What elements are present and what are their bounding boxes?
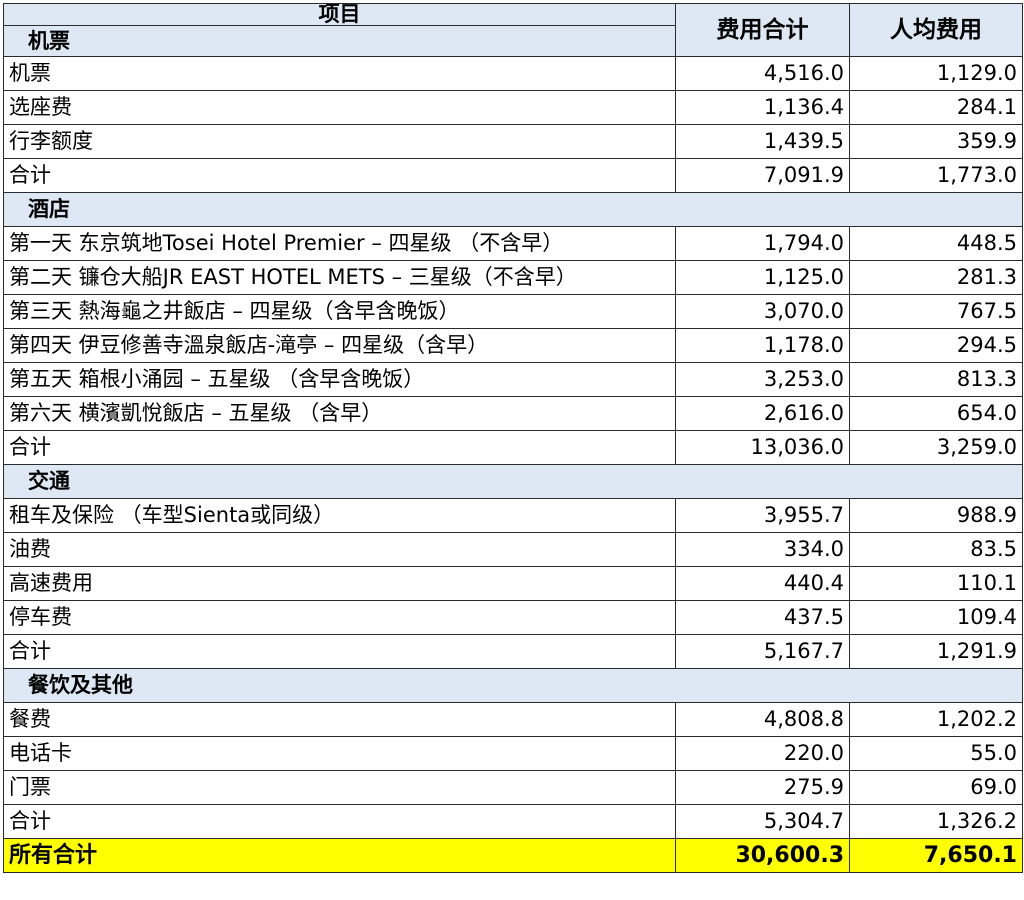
row-total: 7,091.9 — [675, 158, 850, 193]
section-title: 机票 — [3, 25, 676, 57]
row-per-person: 294.5 — [849, 328, 1023, 363]
section-header-row: 餐饮及其他 — [3, 668, 1023, 703]
row-item: 第一天 东京筑地Tosei Hotel Premier – 四星级 （不含早） — [3, 226, 676, 261]
row-total: 440.4 — [675, 566, 850, 601]
row-per-person: 110.1 — [849, 566, 1023, 601]
row-total: 3,070.0 — [675, 294, 850, 329]
row-item: 第三天 熱海龜之井飯店 – 四星级（含早含晚饭） — [3, 294, 676, 329]
row-item: 停车费 — [3, 600, 676, 635]
subtotal-row: 合计 7,091.9 1,773.0 — [3, 158, 1023, 193]
row-per-person: 1,326.2 — [849, 804, 1023, 839]
row-item: 合计 — [3, 634, 676, 669]
row-total: 3,253.0 — [675, 362, 850, 397]
row-total: 1,794.0 — [675, 226, 850, 261]
header-row: 项目 费用合计 人均费用 — [3, 3, 1023, 57]
row-item: 选座费 — [3, 90, 676, 125]
table-row: 第四天 伊豆修善寺溫泉飯店-滝亭 – 四星级（含早） 1,178.0 294.5 — [3, 328, 1023, 363]
row-per-person: 1,773.0 — [849, 158, 1023, 193]
row-total: 4,516.0 — [675, 56, 850, 91]
subtotal-row: 合计 13,036.0 3,259.0 — [3, 430, 1023, 465]
header-item: 项目 — [3, 3, 676, 26]
subtotal-row: 合计 5,167.7 1,291.9 — [3, 634, 1023, 669]
table-row: 高速费用 440.4 110.1 — [3, 566, 1023, 601]
row-item: 第四天 伊豆修善寺溫泉飯店-滝亭 – 四星级（含早） — [3, 328, 676, 363]
row-total: 1,439.5 — [675, 124, 850, 159]
row-item: 机票 — [3, 56, 676, 91]
row-item: 第五天 箱根小涌园 – 五星级 （含早含晚饭） — [3, 362, 676, 397]
row-per-person: 1,129.0 — [849, 56, 1023, 91]
table-row: 门票 275.9 69.0 — [3, 770, 1023, 805]
row-per-person: 654.0 — [849, 396, 1023, 431]
row-total: 1,136.4 — [675, 90, 850, 125]
table-row: 停车费 437.5 109.4 — [3, 600, 1023, 635]
section-title: 交通 — [3, 464, 1023, 499]
row-per-person: 284.1 — [849, 90, 1023, 125]
row-total: 2,616.0 — [675, 396, 850, 431]
row-total: 437.5 — [675, 600, 850, 635]
row-item: 第六天 横濱凱悅飯店 – 五星级 （含早） — [3, 396, 676, 431]
row-per-person: 83.5 — [849, 532, 1023, 567]
row-item: 门票 — [3, 770, 676, 805]
section-header-row: 交通 — [3, 464, 1023, 499]
table-row: 第三天 熱海龜之井飯店 – 四星级（含早含晚饭） 3,070.0 767.5 — [3, 294, 1023, 329]
row-item: 第二天 镰仓大船JR EAST HOTEL METS – 三星级（不含早） — [3, 260, 676, 295]
row-item: 高速费用 — [3, 566, 676, 601]
row-item: 合计 — [3, 430, 676, 465]
row-per-person: 7,650.1 — [849, 838, 1023, 873]
row-total: 5,167.7 — [675, 634, 850, 669]
row-item: 合计 — [3, 804, 676, 839]
table-row: 租车及保险 （车型Sienta或同级） 3,955.7 988.9 — [3, 498, 1023, 533]
row-per-person: 359.9 — [849, 124, 1023, 159]
row-total: 13,036.0 — [675, 430, 850, 465]
section-header-row: 酒店 — [3, 192, 1023, 227]
row-item: 租车及保险 （车型Sienta或同级） — [3, 498, 676, 533]
row-total: 275.9 — [675, 770, 850, 805]
table-row: 第一天 东京筑地Tosei Hotel Premier – 四星级 （不含早） 1… — [3, 226, 1023, 261]
row-item: 所有合计 — [3, 838, 676, 873]
row-per-person: 813.3 — [849, 362, 1023, 397]
grand-total-row: 所有合计 30,600.3 7,650.1 — [3, 838, 1023, 873]
section-title: 餐饮及其他 — [3, 668, 1023, 703]
row-per-person: 55.0 — [849, 736, 1023, 771]
row-total: 4,808.8 — [675, 702, 850, 737]
header-per-person: 人均费用 — [849, 3, 1023, 57]
row-item: 行李额度 — [3, 124, 676, 159]
table-row: 机票 4,516.0 1,129.0 — [3, 56, 1023, 91]
row-item: 电话卡 — [3, 736, 676, 771]
row-per-person: 69.0 — [849, 770, 1023, 805]
row-item: 合计 — [3, 158, 676, 193]
table-row: 油费 334.0 83.5 — [3, 532, 1023, 567]
row-per-person: 1,202.2 — [849, 702, 1023, 737]
row-per-person: 3,259.0 — [849, 430, 1023, 465]
row-total: 334.0 — [675, 532, 850, 567]
table-row: 第二天 镰仓大船JR EAST HOTEL METS – 三星级（不含早） 1,1… — [3, 260, 1023, 295]
table-row: 第六天 横濱凱悅飯店 – 五星级 （含早） 2,616.0 654.0 — [3, 396, 1023, 431]
row-total: 1,125.0 — [675, 260, 850, 295]
row-total: 5,304.7 — [675, 804, 850, 839]
table-row: 餐费 4,808.8 1,202.2 — [3, 702, 1023, 737]
header-total: 费用合计 — [675, 3, 850, 57]
expense-table: 项目 费用合计 人均费用 机票 机票 4,516.0 1,129.0 选座费 1,136… — [3, 3, 1023, 873]
expense-table-body: 项目 费用合计 人均费用 机票 机票 4,516.0 1,129.0 选座费 1,136… — [3, 3, 1023, 873]
section-title: 酒店 — [3, 192, 1023, 227]
row-per-person: 281.3 — [849, 260, 1023, 295]
subtotal-row: 合计 5,304.7 1,326.2 — [3, 804, 1023, 839]
row-total: 3,955.7 — [675, 498, 850, 533]
table-row: 第五天 箱根小涌园 – 五星级 （含早含晚饭） 3,253.0 813.3 — [3, 362, 1023, 397]
table-row: 行李额度 1,439.5 359.9 — [3, 124, 1023, 159]
row-per-person: 767.5 — [849, 294, 1023, 329]
row-total: 30,600.3 — [675, 838, 850, 873]
row-per-person: 448.5 — [849, 226, 1023, 261]
row-item: 油费 — [3, 532, 676, 567]
row-total: 220.0 — [675, 736, 850, 771]
row-total: 1,178.0 — [675, 328, 850, 363]
row-per-person: 109.4 — [849, 600, 1023, 635]
row-per-person: 1,291.9 — [849, 634, 1023, 669]
row-item: 餐费 — [3, 702, 676, 737]
table-row: 选座费 1,136.4 284.1 — [3, 90, 1023, 125]
row-per-person: 988.9 — [849, 498, 1023, 533]
table-row: 电话卡 220.0 55.0 — [3, 736, 1023, 771]
